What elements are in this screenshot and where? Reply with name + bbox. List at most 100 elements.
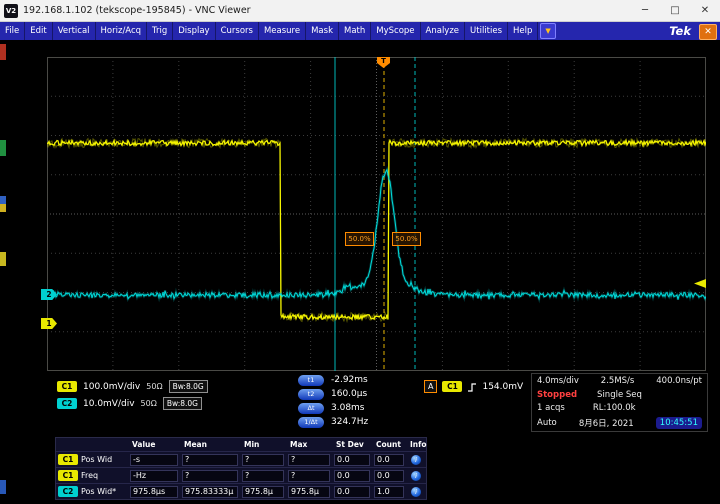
menu-utilities[interactable]: Utilities bbox=[465, 22, 508, 40]
vnc-viewer-icon: V2 bbox=[4, 4, 18, 18]
menu-vertical[interactable]: Vertical bbox=[53, 22, 96, 40]
menu-horiz-acq[interactable]: Horiz/Acq bbox=[96, 22, 148, 40]
row3-count: 1.0 bbox=[374, 486, 404, 498]
row3-info-icon[interactable]: i bbox=[411, 487, 421, 497]
cursor-inv-dt-row: 1/Δt 324.7Hz bbox=[298, 416, 368, 428]
ch2-readout: C2 10.0mV/div 50Ω Bw:8.0G bbox=[57, 397, 202, 410]
row3-stdev: 0.0 bbox=[334, 486, 370, 498]
menu-measure[interactable]: Measure bbox=[259, 22, 306, 40]
row3-mean: 975.83333µ bbox=[182, 486, 238, 498]
vnc-window: V2 192.168.1.102 (tekscope-195845) - VNC… bbox=[0, 0, 720, 504]
cursor-t1-badge: t1 bbox=[298, 375, 324, 386]
menu-cursors[interactable]: Cursors bbox=[216, 22, 259, 40]
header-info: Info bbox=[406, 440, 426, 449]
measurement-table: Value Mean Min Max St Dev Count Info C1 … bbox=[55, 437, 427, 500]
desktop-icon-fragment bbox=[0, 480, 6, 494]
measurement-gate-right[interactable]: 50.0% bbox=[392, 232, 421, 246]
menu-help[interactable]: Help bbox=[508, 22, 538, 40]
header-value: Value bbox=[128, 440, 180, 449]
row2-max: ? bbox=[288, 470, 330, 482]
row2-mean: ? bbox=[182, 470, 238, 482]
desktop-icon-fragment bbox=[0, 44, 6, 60]
cursor-dt-value: 3.08ms bbox=[331, 403, 365, 413]
cursor-t2-value: 160.0µs bbox=[331, 389, 367, 399]
ch2-bandwidth: Bw:8.0G bbox=[163, 397, 202, 410]
window-title: 192.168.1.102 (tekscope-195845) - VNC Vi… bbox=[23, 5, 630, 16]
resolution: 400.0ns/pt bbox=[656, 376, 702, 386]
waveform-display bbox=[47, 57, 706, 371]
ch1-scale: 100.0mV/div bbox=[83, 382, 140, 392]
menu-trig[interactable]: Trig bbox=[147, 22, 173, 40]
cursor-inv-dt-badge: 1/Δt bbox=[298, 417, 324, 428]
cursor-dt-badge: Δt bbox=[298, 403, 324, 414]
desktop-icon-fragment bbox=[0, 140, 6, 156]
sample-rate: 2.5MS/s bbox=[601, 376, 635, 386]
cursor-t2-badge: t2 bbox=[298, 389, 324, 400]
ch1-impedance: 50Ω bbox=[146, 382, 162, 391]
menu-spacer bbox=[558, 22, 669, 40]
table-row[interactable]: C2 Pos Wid* 975.8µs 975.83333µ 975.8µ 97… bbox=[56, 483, 426, 499]
trigger-readout: A C1 154.0mV bbox=[424, 380, 523, 393]
desktop-icon-fragment bbox=[0, 204, 6, 212]
row2-info-icon[interactable]: i bbox=[411, 471, 421, 481]
row2-stdev: 0.0 bbox=[334, 470, 370, 482]
menu-display[interactable]: Display bbox=[173, 22, 215, 40]
cursor-inv-dt-value: 324.7Hz bbox=[331, 417, 368, 427]
cursor-t1-row: t1 -2.92ms bbox=[298, 374, 368, 386]
row1-count: 0.0 bbox=[374, 454, 404, 466]
row2-value: -Hz bbox=[130, 470, 178, 482]
row1-stdev: 0.0 bbox=[334, 454, 370, 466]
menu-math[interactable]: Math bbox=[339, 22, 371, 40]
menu-myscope[interactable]: MyScope bbox=[371, 22, 420, 40]
header-stdev: St Dev bbox=[332, 440, 372, 449]
cursor-t1-value: -2.92ms bbox=[331, 375, 368, 385]
acq-mode: Single Seq bbox=[597, 390, 642, 400]
desktop-icon-fragment bbox=[0, 252, 6, 266]
trigger-source-badge: C1 bbox=[442, 381, 462, 392]
trigger-a-badge: A bbox=[424, 380, 437, 393]
table-row[interactable]: C1 Freq -Hz ? ? ? 0.0 0.0 i bbox=[56, 467, 426, 483]
menu-dropdown-button[interactable]: ▼ bbox=[540, 23, 555, 39]
row3-min: 975.8µ bbox=[242, 486, 284, 498]
trigger-level-value: 154.0mV bbox=[482, 382, 523, 392]
row1-value: -s bbox=[130, 454, 178, 466]
row3-source-badge: C2 bbox=[58, 486, 78, 497]
acquisition-panel: 4.0ms/div 2.5MS/s 400.0ns/pt Stopped Sin… bbox=[531, 373, 708, 432]
header-mean: Mean bbox=[180, 440, 240, 449]
menu-analyze[interactable]: Analyze bbox=[421, 22, 466, 40]
row2-count: 0.0 bbox=[374, 470, 404, 482]
menu-bar: File Edit Vertical Horiz/Acq Trig Displa… bbox=[0, 22, 720, 40]
header-min: Min bbox=[240, 440, 286, 449]
menu-mask[interactable]: Mask bbox=[306, 22, 339, 40]
cursor-t2-row: t2 160.0µs bbox=[298, 388, 368, 400]
trigger-mode: Auto bbox=[537, 418, 557, 428]
row1-mean: ? bbox=[182, 454, 238, 466]
menu-file[interactable]: File bbox=[0, 22, 25, 40]
measurement-table-header: Value Mean Min Max St Dev Count Info bbox=[56, 438, 426, 451]
ch2-scale: 10.0mV/div bbox=[83, 399, 135, 409]
ch1-bandwidth: Bw:8.0G bbox=[169, 380, 208, 393]
row1-info-icon[interactable]: i bbox=[411, 455, 421, 465]
ch2-badge: C2 bbox=[57, 398, 77, 409]
header-max: Max bbox=[286, 440, 332, 449]
horizontal-readout: 4.0ms/div 2.5MS/s 400.0ns/pt bbox=[537, 376, 702, 386]
close-button[interactable]: ✕ bbox=[690, 0, 720, 22]
menu-edit[interactable]: Edit bbox=[25, 22, 52, 40]
ch1-readout: C1 100.0mV/div 50Ω Bw:8.0G bbox=[57, 380, 208, 393]
date-label: 8月6日, 2021 bbox=[579, 417, 634, 429]
cursor-dt-row: Δt 3.08ms bbox=[298, 402, 368, 414]
minimize-button[interactable]: ─ bbox=[630, 0, 660, 22]
acq-count: 1 acqs bbox=[537, 403, 565, 413]
row1-meas-name: Pos Wid bbox=[81, 455, 112, 464]
measurement-gate-left[interactable]: 50.0% bbox=[345, 232, 374, 246]
titlebar: V2 192.168.1.102 (tekscope-195845) - VNC… bbox=[0, 0, 720, 22]
timebase: 4.0ms/div bbox=[537, 376, 579, 386]
scope-close-button[interactable]: ✕ bbox=[699, 24, 717, 40]
acq-count-row: 1 acqs RL:100.0k bbox=[537, 403, 702, 413]
maximize-button[interactable]: □ bbox=[660, 0, 690, 22]
table-row[interactable]: C1 Pos Wid -s ? ? ? 0.0 0.0 i bbox=[56, 451, 426, 467]
row1-min: ? bbox=[242, 454, 284, 466]
clock: 10:45:51 bbox=[656, 417, 702, 429]
tek-logo: Tek bbox=[669, 22, 691, 40]
row2-source-badge: C1 bbox=[58, 470, 78, 481]
